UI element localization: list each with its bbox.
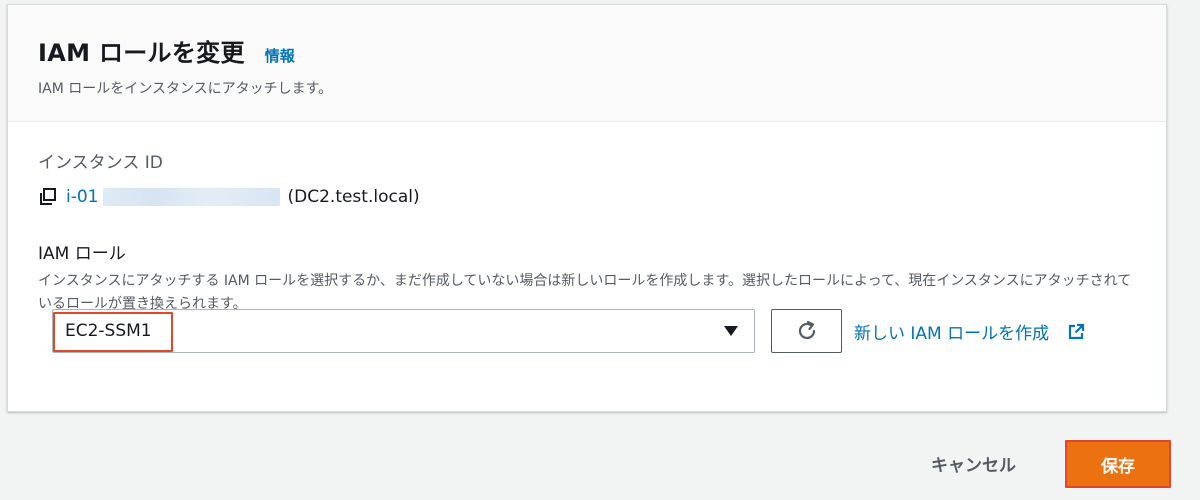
copy-icon[interactable] [38, 187, 58, 207]
info-link[interactable]: 情報 [265, 45, 295, 66]
save-button[interactable]: 保存 [1065, 440, 1171, 488]
refresh-icon [798, 320, 815, 340]
iam-role-selected-value: EC2-SSM1 [65, 321, 152, 341]
page-description: IAM ロールをインスタンスにアタッチします。 [38, 81, 333, 97]
instance-id-link[interactable]: i-01 [66, 187, 99, 207]
refresh-button[interactable] [771, 309, 842, 353]
panel-body: インスタンス ID i-01 (DC2.test.local) IAM ロール … [8, 122, 1166, 316]
create-iam-role-link[interactable]: 新しい IAM ロールを作成 [854, 319, 1085, 344]
redacted-instance-id [102, 188, 280, 206]
page-title: IAM ロールを変更 [38, 39, 245, 67]
iam-role-label: IAM ロール [38, 244, 126, 264]
panel-header: IAM ロールを変更 情報 IAM ロールをインスタンスにアタッチします。 [8, 5, 1166, 122]
instance-id-row: i-01 (DC2.test.local) [38, 187, 1166, 207]
create-iam-role-label: 新しい IAM ロールを作成 [854, 324, 1050, 344]
instance-id-label: インスタンス ID [38, 153, 163, 173]
cancel-button[interactable]: キャンセル [931, 451, 1016, 476]
iam-role-controls: EC2-SSM1 新しい IAM ロールを作成 [52, 309, 1152, 355]
modify-iam-role-panel: IAM ロールを変更 情報 IAM ロールをインスタンスにアタッチします。 イン… [7, 4, 1167, 412]
iam-role-select[interactable]: EC2-SSM1 [52, 309, 755, 353]
external-link-icon [1069, 323, 1085, 339]
instance-name: (DC2.test.local) [287, 187, 420, 207]
title-row: IAM ロールを変更 情報 [38, 33, 1166, 68]
caret-down-icon [724, 326, 738, 336]
